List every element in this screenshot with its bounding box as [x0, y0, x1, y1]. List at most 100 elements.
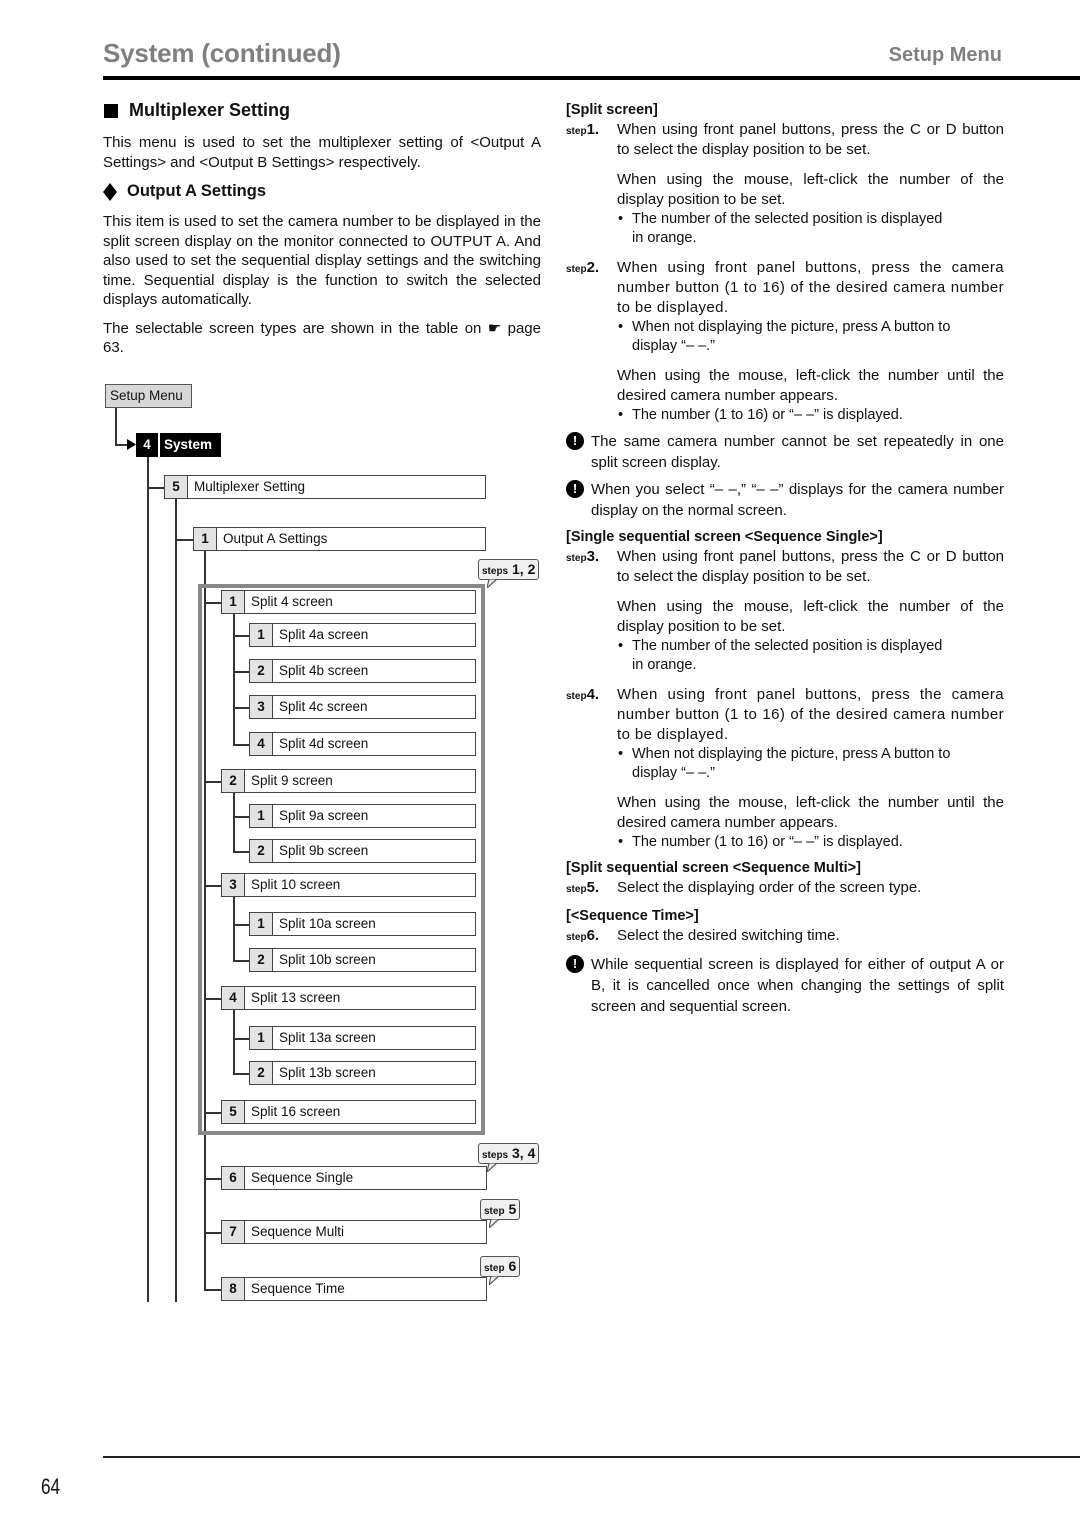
menu-node-split-13-screen[interactable]: 4 Split 13 screen: [221, 986, 476, 1010]
node-number: 7: [222, 1221, 245, 1243]
exclamation-circle-icon: !: [566, 480, 584, 498]
tree-line-subgroup: [233, 897, 235, 960]
node-label: Split 4a screen: [279, 627, 369, 642]
speech-tail-icon: [489, 1276, 500, 1285]
callout-prefix: steps: [482, 566, 509, 577]
menu-node-split-9-screen[interactable]: 2 Split 9 screen: [221, 769, 476, 793]
tree-line-system: [147, 457, 149, 1302]
step-number: 6.: [586, 927, 600, 944]
step-number: 2.: [586, 259, 600, 276]
step-3-bullet: The number of the selected position is d…: [617, 637, 947, 675]
node-number: 3: [222, 874, 245, 896]
connector-line: [204, 1112, 221, 1114]
output-a-heading-text: Output A Settings: [127, 182, 267, 200]
screen-types-reference: The selectable screen types are shown in…: [103, 319, 541, 358]
connector-line: [233, 960, 249, 962]
node-label: Sequence Multi: [251, 1224, 345, 1239]
page-number: 64: [41, 1474, 61, 1499]
node-number: 2: [250, 840, 273, 862]
menu-node-split-10-screen[interactable]: 3 Split 10 screen: [221, 873, 476, 897]
step-text: When using front panel buttons, press th…: [617, 121, 1004, 158]
note-2: ! When you select “– –,” “– –” displays …: [566, 479, 1004, 521]
system-node-label: System: [160, 433, 221, 457]
menu-node-split-16-screen[interactable]: 5 Split 16 screen: [221, 1100, 476, 1124]
step-prefix: step: [566, 932, 587, 943]
connector-line: [233, 635, 249, 637]
connector-line: [204, 1289, 221, 1291]
section-title: Setup Menu: [888, 44, 1002, 66]
connector-line: [204, 781, 221, 783]
step-prefix: step: [566, 884, 587, 895]
node-number: 3: [250, 696, 273, 718]
menu-node-split-4a-screen[interactable]: 1 Split 4a screen: [249, 623, 476, 647]
menu-node-split-13a-screen[interactable]: 1 Split 13a screen: [249, 1026, 476, 1050]
multiplexer-intro: This menu is used to set the multiplexer…: [103, 134, 541, 171]
menu-node-split-9b-screen[interactable]: 2 Split 9b screen: [249, 839, 476, 863]
speech-tail-icon: [487, 1163, 498, 1172]
node-number: 1: [222, 591, 245, 613]
callout-value: 3, 4: [512, 1145, 536, 1161]
diamond-bullet-icon: [103, 182, 117, 201]
menu-node-split-4-screen[interactable]: 1 Split 4 screen: [221, 590, 476, 614]
menu-node-split-10a-screen[interactable]: 1 Split 10a screen: [249, 912, 476, 936]
step-prefix: step: [566, 691, 587, 702]
node-number: 1: [250, 1027, 273, 1049]
step-4-bullet-2: The number (1 to 16) or “– –” is display…: [617, 833, 1004, 852]
menu-node-split-13b-screen[interactable]: 2 Split 13b screen: [249, 1061, 476, 1085]
node-label: Split 13 screen: [251, 990, 341, 1005]
node-label: Split 13b screen: [279, 1065, 376, 1080]
node-label: Split 10a screen: [279, 916, 376, 931]
output-a-heading: Output A Settings: [103, 182, 541, 201]
sequence-multi-heading: [Split sequential screen <Sequence Multi…: [566, 860, 861, 876]
step-number: 4.: [586, 686, 600, 703]
step-prefix: step: [566, 553, 587, 564]
connector-line: [233, 671, 249, 673]
node-number: 2: [250, 949, 273, 971]
reference-text: The selectable screen types are shown in…: [103, 319, 482, 337]
setup-menu-node: Setup Menu: [105, 384, 192, 408]
menu-node-split-10b-screen[interactable]: 2 Split 10b screen: [249, 948, 476, 972]
step-text: Select the displaying order of the scree…: [617, 879, 922, 896]
node-label: Split 16 screen: [251, 1104, 341, 1119]
step-2: step2. When using front panel buttons, p…: [566, 258, 1004, 318]
callout-value: 5: [508, 1201, 517, 1217]
step-4-bullet-1: When not displaying the picture, press A…: [617, 745, 977, 783]
note-3: ! While sequential screen is displayed f…: [566, 954, 1004, 1017]
menu-node-output-a-settings[interactable]: 1 Output A Settings: [193, 527, 486, 551]
header-rule: [103, 76, 1080, 80]
callout-steps-1-2: steps 1, 2: [478, 559, 540, 588]
menu-node-sequence-multi[interactable]: 7 Sequence Multi: [221, 1220, 487, 1244]
tree-line-multiplexer: [175, 499, 177, 1302]
node-label: Sequence Single: [251, 1170, 354, 1185]
connector-line: [175, 539, 193, 541]
callout-prefix: step: [484, 1206, 505, 1217]
left-column: Multiplexer Setting This menu is used to…: [103, 100, 541, 367]
menu-node-split-9a-screen[interactable]: 1 Split 9a screen: [249, 804, 476, 828]
connector-line: [233, 851, 249, 853]
node-label: Split 10b screen: [279, 952, 376, 967]
step-1: step1. When using front panel buttons, p…: [566, 120, 1004, 160]
connector-line: [233, 1038, 249, 1040]
connector-line: [204, 998, 221, 1000]
menu-node-sequence-single[interactable]: 6 Sequence Single: [221, 1166, 487, 1190]
node-number: 1: [194, 528, 217, 550]
menu-node-split-4b-screen[interactable]: 2 Split 4b screen: [249, 659, 476, 683]
node-number: 8: [222, 1278, 245, 1300]
pointing-hand-icon: ☛: [487, 319, 502, 337]
node-label: Split 9a screen: [279, 808, 369, 823]
step-text: When using front panel buttons, press th…: [617, 686, 1004, 743]
callout-prefix: steps: [482, 1150, 509, 1161]
step-text: When using front panel buttons, press th…: [617, 259, 1004, 316]
speech-tail-icon: [489, 1219, 500, 1228]
menu-node-sequence-time[interactable]: 8 Sequence Time: [221, 1277, 487, 1301]
note-1: ! The same camera number cannot be set r…: [566, 431, 1004, 473]
menu-node-split-4c-screen[interactable]: 3 Split 4c screen: [249, 695, 476, 719]
node-label: Split 9b screen: [279, 843, 369, 858]
connector-line: [204, 885, 221, 887]
menu-node-split-4d-screen[interactable]: 4 Split 4d screen: [249, 732, 476, 756]
menu-node-multiplexer-setting[interactable]: 5 Multiplexer Setting: [164, 475, 486, 499]
split-screen-heading: [Split screen]: [566, 102, 658, 118]
step-2-bullet-1: When not displaying the picture, press A…: [617, 318, 977, 356]
callout-step-6: step 6: [480, 1256, 521, 1285]
node-label: Output A Settings: [223, 531, 328, 546]
